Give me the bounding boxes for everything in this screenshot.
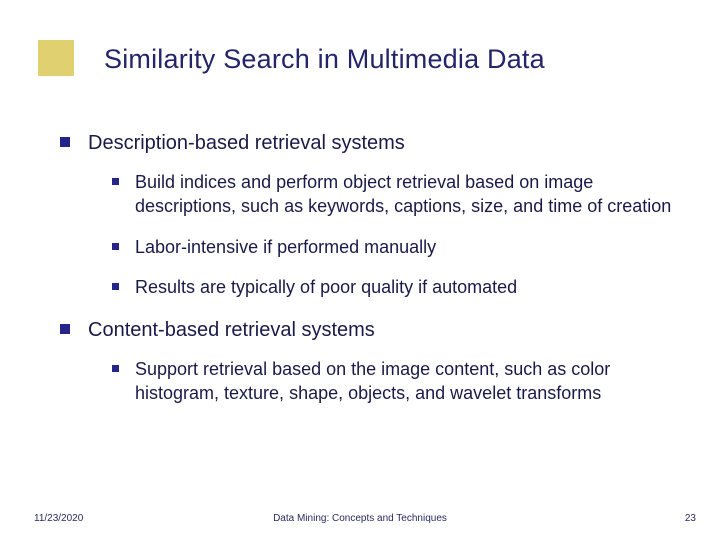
footer-subtitle: Data Mining: Concepts and Techniques [0,513,720,524]
list-item: Content-based retrieval systems Support … [60,317,680,406]
square-bullet-icon [112,243,119,250]
list-item: Description-based retrieval systems Buil… [60,130,680,299]
list-item: Results are typically of poor quality if… [112,275,680,299]
list-item-text: Results are typically of poor quality if… [135,275,517,299]
square-bullet-icon [112,283,119,290]
list-item: Labor-intensive if performed manually [112,235,680,259]
list-item-text: Content-based retrieval systems [88,317,375,343]
slide-footer: 11/23/2020 Data Mining: Concepts and Tec… [0,506,720,524]
list-item: Build indices and perform object retriev… [112,170,680,219]
list-item-text: Description-based retrieval systems [88,130,405,156]
list-item: Support retrieval based on the image con… [112,357,680,406]
list-item-text: Labor-intensive if performed manually [135,235,436,259]
list-item-text: Build indices and perform object retriev… [135,170,680,219]
title-accent-box [38,40,74,76]
footer-page-number: 23 [685,513,696,524]
slide-content: Description-based retrieval systems Buil… [60,130,680,424]
list-item-text: Support retrieval based on the image con… [135,357,680,406]
slide-title: Similarity Search in Multimedia Data [104,44,700,75]
square-bullet-icon [112,365,119,372]
square-bullet-icon [112,178,119,185]
square-bullet-icon [60,137,70,147]
square-bullet-icon [60,324,70,334]
